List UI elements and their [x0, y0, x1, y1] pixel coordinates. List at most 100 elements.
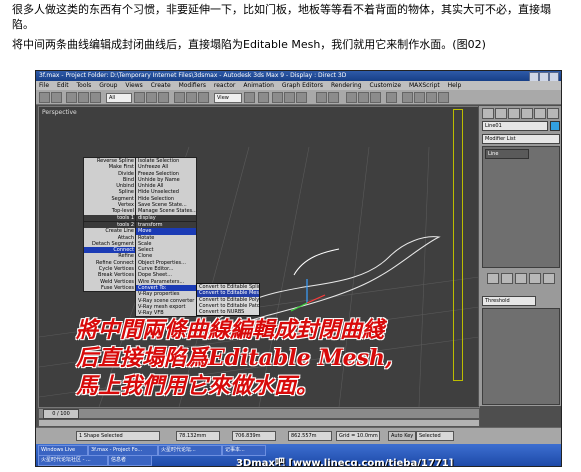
- snap-icon[interactable]: [272, 92, 283, 103]
- article-intro: 很多人做这类的东西有个习惯，非要延伸一下，比如门板，地板等等看不着背面的物体，其…: [12, 2, 572, 52]
- utilities-tab-icon[interactable]: [547, 108, 559, 119]
- menu-tools[interactable]: Tools: [77, 82, 92, 89]
- quad-menu-display: Isolate Selection Unfreeze All Freeze Se…: [135, 157, 197, 222]
- material-editor-icon[interactable]: [386, 92, 397, 103]
- link-icon[interactable]: [66, 92, 77, 103]
- taskbar-item[interactable]: 火星时代论坛...: [158, 445, 222, 456]
- quad-item[interactable]: Fuse Vertices: [84, 285, 136, 291]
- y-coordinate-field[interactable]: 706.839m: [232, 431, 276, 441]
- curve-editor-icon[interactable]: [358, 92, 369, 103]
- caption-line-3: 馬上我們用它來做水面。: [76, 373, 319, 399]
- menu-views[interactable]: Views: [125, 82, 142, 89]
- menu-maxscript[interactable]: MAXScript: [409, 82, 440, 89]
- motion-tab-icon[interactable]: [521, 108, 533, 119]
- align-icon[interactable]: [328, 92, 339, 103]
- menu-reactor[interactable]: reactor: [214, 82, 236, 89]
- watermark-text: 3Dmax吧 [www.linecg.com/tieba/1771]: [236, 458, 454, 467]
- selection-status: 1 Shape Selected: [76, 431, 160, 441]
- mirror-icon[interactable]: [316, 92, 327, 103]
- window-titlebar: 3f.max - Project Folder: D:\Temporary In…: [36, 71, 561, 82]
- quick-render-icon[interactable]: [414, 92, 425, 103]
- quad-item[interactable]: V-Ray VFB: [136, 310, 196, 316]
- threshold-label: Threshold: [482, 296, 536, 306]
- pivot-icon[interactable]: [244, 92, 255, 103]
- scale-icon[interactable]: [198, 92, 209, 103]
- quad-menu-transform: transform Move Rotate Scale Select Clone…: [135, 221, 197, 318]
- menu-group[interactable]: Group: [99, 82, 117, 89]
- manipulate-icon[interactable]: [258, 92, 269, 103]
- select-by-name-icon[interactable]: [146, 92, 157, 103]
- caption-line-2: 后直接塌陷爲Editable Mesh,: [76, 345, 393, 371]
- schematic-view-icon[interactable]: [370, 92, 381, 103]
- quad-item[interactable]: V-Ray scene converter: [136, 298, 196, 304]
- unlink-icon[interactable]: [78, 92, 89, 103]
- time-slider[interactable]: 0 / 100: [43, 409, 79, 419]
- menu-bar: File Edit Tools Group Views Create Modif…: [36, 81, 561, 90]
- render-last-icon[interactable]: [438, 92, 449, 103]
- windows-taskbar: Windows Live 3f.max - Project Fo... 火星时代…: [36, 444, 561, 466]
- viewport-label[interactable]: Perspective: [42, 109, 77, 116]
- menu-modifiers[interactable]: Modifiers: [179, 82, 206, 89]
- main-toolbar: All View: [36, 90, 561, 105]
- make-unique-icon[interactable]: [515, 273, 527, 284]
- intro-paragraph-2: 将中间两条曲线编辑成封闭曲线后，直接塌陷为Editable Mesh，我们就用它…: [12, 38, 486, 51]
- configure-sets-icon[interactable]: [543, 273, 555, 284]
- redo-icon[interactable]: [51, 92, 62, 103]
- region-select-icon[interactable]: [158, 92, 169, 103]
- modifier-list-dropdown[interactable]: Modifier List: [482, 134, 560, 144]
- menu-create[interactable]: Create: [151, 82, 171, 89]
- undo-icon[interactable]: [39, 92, 50, 103]
- taskbar-item[interactable]: 信息者: [108, 455, 152, 466]
- render-setup-icon[interactable]: [402, 92, 413, 103]
- menu-rendering[interactable]: Rendering: [331, 82, 362, 89]
- create-tab-icon[interactable]: [482, 108, 494, 119]
- z-coordinate-field[interactable]: 862.557m: [288, 431, 332, 441]
- object-color-swatch[interactable]: [550, 121, 560, 131]
- bind-space-warp-icon[interactable]: [90, 92, 101, 103]
- rotate-icon[interactable]: [186, 92, 197, 103]
- menu-help[interactable]: Help: [448, 82, 462, 89]
- key-filter-dropdown[interactable]: Selected: [416, 431, 454, 441]
- remove-modifier-icon[interactable]: [529, 273, 541, 284]
- menu-graph-editors[interactable]: Graph Editors: [282, 82, 323, 89]
- convert-to-submenu: Convert to Editable Spline Convert to Ed…: [196, 283, 260, 317]
- hierarchy-tab-icon[interactable]: [508, 108, 520, 119]
- quad-menu-tools-2: tools 2 Create Line Attach Detach Segmen…: [83, 221, 137, 293]
- quad-menu-tools-1: Reverse Spline Make First Divide Bind Un…: [83, 157, 137, 222]
- track-bar[interactable]: [38, 419, 480, 427]
- show-end-result-icon[interactable]: [501, 273, 513, 284]
- select-object-icon[interactable]: [134, 92, 145, 103]
- taskbar-item[interactable]: 火星时代论坛社区 - ...: [38, 455, 108, 466]
- x-coordinate-field[interactable]: 78.132mm: [176, 431, 220, 441]
- menu-animation[interactable]: Animation: [243, 82, 274, 89]
- time-slider-track[interactable]: 0 / 100: [38, 408, 480, 419]
- window-title: 3f.max - Project Folder: D:\Temporary In…: [39, 72, 347, 79]
- transform-gizmo-icon: [290, 279, 326, 312]
- render-frame-icon[interactable]: [426, 92, 437, 103]
- grid-size-readout: Grid = 10.0mm: [336, 431, 380, 441]
- intro-paragraph-1: 很多人做这类的东西有个习惯，非要延伸一下，比如门板，地板等等看不着背面的物体，其…: [12, 3, 551, 31]
- display-tab-icon[interactable]: [534, 108, 546, 119]
- screenshot-3dsmax: 3f.max - Project Folder: D:\Temporary In…: [35, 70, 562, 467]
- menu-edit[interactable]: Edit: [57, 82, 69, 89]
- caption-line-1: 將中間兩條曲線編輯成封閉曲綫: [76, 317, 385, 343]
- move-icon[interactable]: [174, 92, 185, 103]
- menu-file[interactable]: File: [39, 82, 49, 89]
- auto-key-button[interactable]: Auto Key: [388, 431, 416, 441]
- modifier-stack: Line: [482, 146, 560, 268]
- angle-snap-icon[interactable]: [284, 92, 295, 103]
- quad-item[interactable]: Manage Scene States...: [136, 208, 196, 214]
- submenu-item-editable-mesh[interactable]: Convert to Editable Mesh: [197, 290, 259, 297]
- status-bar: 1 Shape Selected 78.132mm 706.839m 862.5…: [36, 427, 561, 444]
- modify-tab-icon[interactable]: [495, 108, 507, 119]
- stack-item-line[interactable]: Line: [485, 149, 529, 159]
- pin-stack-icon[interactable]: [487, 273, 499, 284]
- percent-snap-icon[interactable]: [296, 92, 307, 103]
- submenu-item[interactable]: Convert to NURBS: [197, 309, 259, 315]
- menu-customize[interactable]: Customize: [370, 82, 402, 89]
- layer-manager-icon[interactable]: [346, 92, 357, 103]
- submenu-item[interactable]: Convert to Editable Poly: [197, 297, 259, 303]
- selection-filter-dropdown[interactable]: All: [106, 93, 132, 103]
- object-name-field[interactable]: Line01: [482, 121, 548, 131]
- reference-coordinate-dropdown[interactable]: View: [214, 93, 242, 103]
